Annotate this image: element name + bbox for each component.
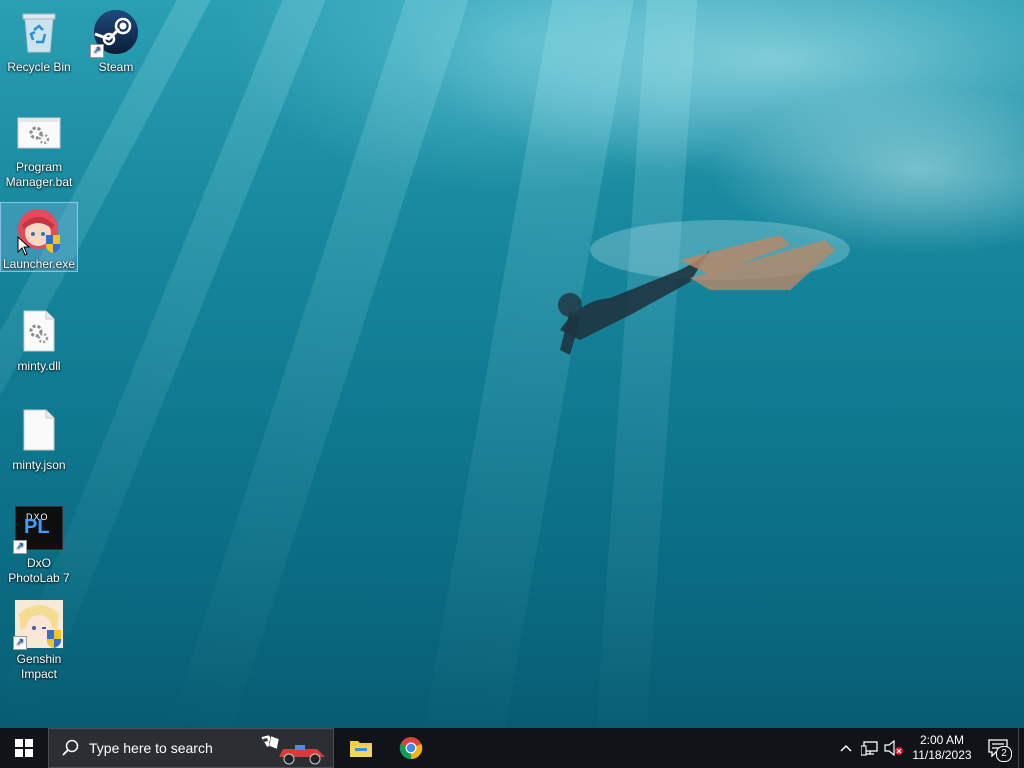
diver-image <box>558 220 850 355</box>
recycle-bin-label: Recycle Bin <box>7 60 71 74</box>
taskbar-search-box[interactable]: Type here to search <box>48 728 334 768</box>
notification-count-badge: 2 <box>996 746 1012 762</box>
volume-button[interactable] <box>882 728 906 768</box>
desktop-icon-genshin-impact[interactable]: ↗ Genshin Impact <box>1 596 77 682</box>
dxo-photolab-icon: DXO PL ↗ <box>13 504 63 554</box>
shortcut-arrow-icon: ↗ <box>13 636 27 650</box>
minty-json-label: minty.json <box>12 458 66 472</box>
batch-file-gears-icon <box>15 108 63 156</box>
search-placeholder: Type here to search <box>89 740 213 756</box>
program-manager-label: Program Manager.bat <box>5 160 73 189</box>
network-button[interactable] <box>858 728 882 768</box>
dxo-badge-main: PL <box>24 516 50 538</box>
network-icon <box>861 741 878 756</box>
action-center-button[interactable]: 2 <box>978 728 1018 768</box>
launcher-label: Launcher.exe <box>2 257 76 271</box>
file-explorer-icon <box>350 741 372 757</box>
clock-date: 11/18/2023 <box>912 748 972 762</box>
genshin-impact-label: Genshin Impact <box>16 652 62 681</box>
show-hidden-icons-button[interactable] <box>834 728 858 768</box>
search-icon <box>62 739 79 756</box>
clock-time: 2:00 AM <box>919 733 965 747</box>
genshin-impact-icon: ↗ <box>13 600 63 650</box>
chrome-icon <box>399 737 423 760</box>
desktop-icon-recycle-bin[interactable]: Recycle Bin <box>1 4 77 75</box>
desktop-icon-steam[interactable]: ↗ Steam <box>78 4 154 75</box>
dll-file-gears-icon <box>15 307 63 355</box>
desktop-icon-minty-dll[interactable]: minty.dll <box>1 303 77 374</box>
minty-dll-label: minty.dll <box>17 359 61 373</box>
desktop-icon-dxo-photolab[interactable]: DXO PL ↗ DxO PhotoLab 7 <box>1 500 77 586</box>
taskbar: Type here to search 2:00 AM 11/18/2023 2 <box>0 728 1024 768</box>
chevron-up-icon <box>840 744 852 752</box>
windows-logo-icon <box>15 739 33 757</box>
speaker-muted-icon <box>884 740 903 756</box>
shortcut-arrow-icon: ↗ <box>90 44 104 58</box>
blank-file-icon <box>15 406 63 454</box>
desktop-icon-launcher[interactable]: Launcher.exe <box>0 202 78 272</box>
taskbar-clock[interactable]: 2:00 AM 11/18/2023 <box>906 733 978 763</box>
system-tray: 2:00 AM 11/18/2023 2 <box>834 728 1024 768</box>
desktop-icon-minty-json[interactable]: minty.json <box>1 402 77 473</box>
search-highlight-racing-icon <box>260 734 325 765</box>
start-button[interactable] <box>0 728 48 768</box>
show-desktop-button[interactable] <box>1018 728 1024 768</box>
dxo-photolab-label: DxO PhotoLab 7 <box>8 556 70 585</box>
desktop-icon-program-manager[interactable]: Program Manager.bat <box>1 104 77 190</box>
recycle-bin-icon <box>15 8 63 56</box>
taskbar-chrome[interactable] <box>386 728 436 768</box>
shortcut-arrow-icon: ↗ <box>13 540 27 554</box>
mouse-cursor-icon <box>17 236 31 256</box>
taskbar-file-explorer[interactable] <box>336 728 386 768</box>
desktop-wallpaper <box>0 0 1024 728</box>
steam-label: Steam <box>98 60 134 74</box>
steam-icon: ↗ <box>90 8 140 58</box>
